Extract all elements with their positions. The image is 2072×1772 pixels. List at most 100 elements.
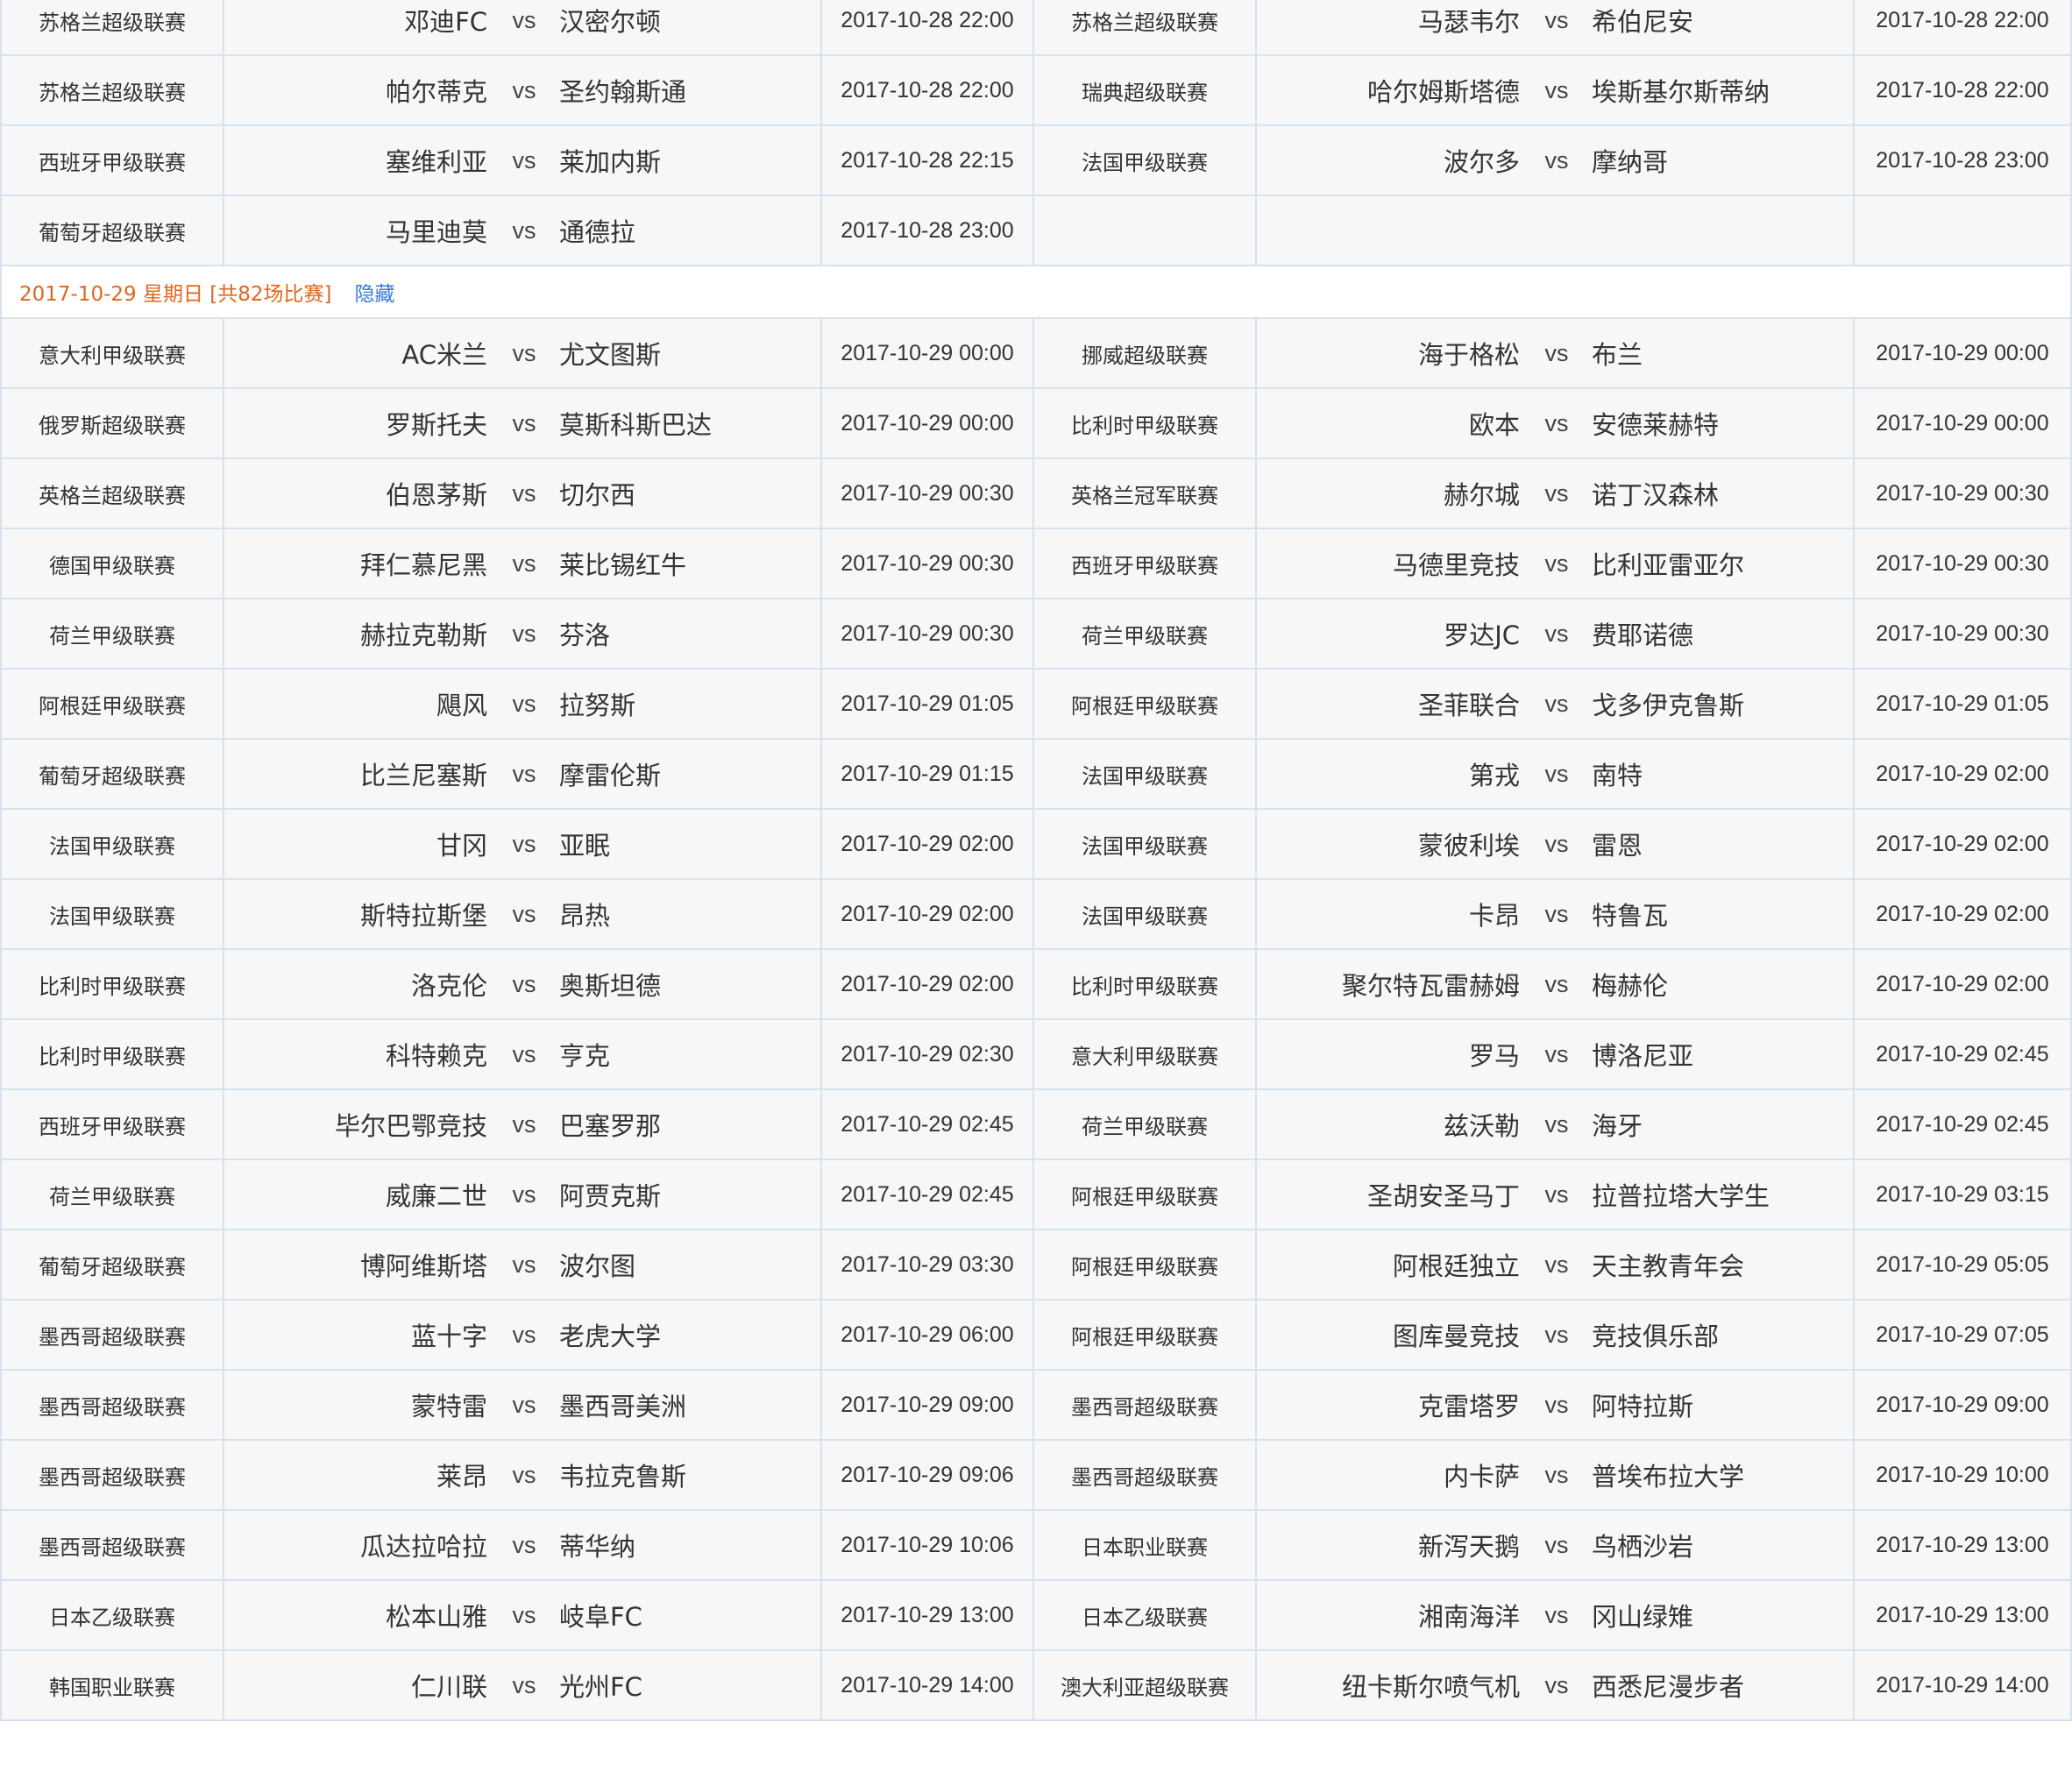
match-cell[interactable]: 马里迪莫 vs 通德拉 xyxy=(223,195,822,266)
league-cell[interactable]: 法国甲级联赛 xyxy=(1032,738,1257,810)
away-team[interactable]: 冈山绿雉 xyxy=(1592,1597,1693,1634)
home-team[interactable]: 拜仁慕尼黑 xyxy=(225,545,489,582)
league-cell[interactable]: 荷兰甲级联赛 xyxy=(0,1159,224,1230)
home-team[interactable]: 斯特拉斯堡 xyxy=(225,896,489,932)
home-team[interactable]: 欧本 xyxy=(1258,405,1522,442)
league-cell[interactable]: 葡萄牙超级联赛 xyxy=(0,738,224,810)
away-team[interactable]: 墨西哥美洲 xyxy=(559,1386,686,1423)
away-team[interactable]: 亚眠 xyxy=(559,826,610,862)
home-team[interactable]: 内卡萨 xyxy=(1258,1457,1522,1493)
away-team[interactable]: 老虎大学 xyxy=(559,1316,661,1353)
match-cell[interactable]: 纽卡斯尔喷气机 vs 西悉尼漫步者 xyxy=(1255,1649,1855,1721)
home-team[interactable]: 毕尔巴鄂竞技 xyxy=(225,1106,489,1143)
league-cell[interactable]: 意大利甲级联赛 xyxy=(1032,1018,1257,1090)
league-cell[interactable]: 比利时甲级联赛 xyxy=(0,1018,224,1090)
home-team[interactable]: 新泻天鹅 xyxy=(1258,1527,1522,1563)
home-team[interactable]: 赫拉克勒斯 xyxy=(225,615,489,652)
away-team[interactable]: 雷恩 xyxy=(1592,826,1643,862)
home-team[interactable]: 甘冈 xyxy=(225,826,489,862)
away-team[interactable]: 莫斯科斯巴达 xyxy=(559,405,712,442)
home-team[interactable]: 洛克伦 xyxy=(225,966,489,1003)
league-cell[interactable]: 墨西哥超级联赛 xyxy=(0,1299,224,1371)
away-team[interactable]: 鸟栖沙岩 xyxy=(1592,1527,1693,1563)
match-cell[interactable]: 博阿维斯塔 vs 波尔图 xyxy=(223,1229,822,1301)
home-team[interactable]: 蒙彼利埃 xyxy=(1258,826,1522,862)
away-team[interactable]: 阿贾克斯 xyxy=(559,1176,661,1213)
home-team[interactable]: 蒙特雷 xyxy=(225,1386,489,1423)
home-team[interactable]: 比兰尼塞斯 xyxy=(225,755,489,792)
league-cell[interactable]: 墨西哥超级联赛 xyxy=(0,1509,224,1581)
match-cell[interactable]: 内卡萨 vs 普埃布拉大学 xyxy=(1255,1439,1855,1511)
away-team[interactable]: 拉努斯 xyxy=(559,685,635,722)
league-cell[interactable]: 英格兰超级联赛 xyxy=(0,457,224,529)
away-team[interactable]: 通德拉 xyxy=(559,212,635,249)
away-team[interactable]: 竞技俱乐部 xyxy=(1592,1316,1719,1353)
away-team[interactable]: 布兰 xyxy=(1592,335,1643,372)
match-cell[interactable]: 湘南海洋 vs 冈山绿雉 xyxy=(1255,1579,1855,1651)
league-cell[interactable]: 英格兰冠军联赛 xyxy=(1032,457,1257,529)
away-team[interactable]: 戈多伊克鲁斯 xyxy=(1592,685,1744,722)
away-team[interactable]: 莱比锡红牛 xyxy=(559,545,686,582)
away-team[interactable]: 埃斯基尔斯蒂纳 xyxy=(1592,72,1770,109)
away-team[interactable]: 蒂华纳 xyxy=(559,1527,635,1563)
match-cell[interactable]: 伯恩茅斯 vs 切尔西 xyxy=(223,457,822,529)
home-team[interactable]: 兹沃勒 xyxy=(1258,1106,1522,1143)
match-cell[interactable]: 瓜达拉哈拉 vs 蒂华纳 xyxy=(223,1509,822,1581)
league-cell[interactable]: 比利时甲级联赛 xyxy=(1032,948,1257,1020)
home-team[interactable]: 图库曼竞技 xyxy=(1258,1316,1522,1353)
home-team[interactable]: 邓迪FC xyxy=(225,2,489,39)
home-team[interactable]: 第戎 xyxy=(1258,755,1522,792)
away-team[interactable]: 天主教青年会 xyxy=(1592,1246,1744,1283)
league-cell[interactable]: 法国甲级联赛 xyxy=(0,808,224,880)
home-team[interactable]: 聚尔特瓦雷赫姆 xyxy=(1258,966,1522,1003)
match-cell[interactable]: 兹沃勒 vs 海牙 xyxy=(1255,1088,1855,1160)
home-team[interactable]: 阿根廷独立 xyxy=(1258,1246,1522,1283)
away-team[interactable]: 博洛尼亚 xyxy=(1592,1036,1693,1073)
match-cell[interactable]: 海于格松 vs 布兰 xyxy=(1255,317,1855,389)
home-team[interactable]: 帕尔蒂克 xyxy=(225,72,489,109)
home-team[interactable]: 仁川联 xyxy=(225,1667,489,1704)
match-cell[interactable]: 毕尔巴鄂竞技 vs 巴塞罗那 xyxy=(223,1088,822,1160)
match-cell[interactable]: 波尔多 vs 摩纳哥 xyxy=(1255,124,1855,196)
away-team[interactable]: 岐阜FC xyxy=(559,1597,642,1634)
match-cell[interactable]: 聚尔特瓦雷赫姆 vs 梅赫伦 xyxy=(1255,948,1855,1020)
match-cell[interactable]: 欧本 vs 安德莱赫特 xyxy=(1255,387,1855,459)
league-cell[interactable]: 比利时甲级联赛 xyxy=(1032,387,1257,459)
home-team[interactable]: 卡昂 xyxy=(1258,896,1522,932)
away-team[interactable]: 巴塞罗那 xyxy=(559,1106,661,1143)
league-cell[interactable]: 荷兰甲级联赛 xyxy=(1032,598,1257,670)
away-team[interactable]: 芬洛 xyxy=(559,615,610,652)
league-cell[interactable]: 阿根廷甲级联赛 xyxy=(1032,668,1257,740)
league-cell[interactable]: 挪威超级联赛 xyxy=(1032,317,1257,389)
home-team[interactable]: 赫尔城 xyxy=(1258,475,1522,512)
match-cell[interactable]: 飓风 vs 拉努斯 xyxy=(223,668,822,740)
home-team[interactable]: 蓝十字 xyxy=(225,1316,489,1353)
away-team[interactable]: 特鲁瓦 xyxy=(1592,896,1668,932)
home-team[interactable]: 莱昂 xyxy=(225,1457,489,1493)
match-cell[interactable]: 新泻天鹅 vs 鸟栖沙岩 xyxy=(1255,1509,1855,1581)
league-cell[interactable]: 阿根廷甲级联赛 xyxy=(1032,1299,1257,1371)
match-cell[interactable]: 阿根廷独立 vs 天主教青年会 xyxy=(1255,1229,1855,1301)
league-cell[interactable]: 瑞典超级联赛 xyxy=(1032,54,1257,126)
away-team[interactable]: 韦拉克鲁斯 xyxy=(559,1457,686,1493)
away-team[interactable]: 摩雷伦斯 xyxy=(559,755,661,792)
league-cell[interactable]: 荷兰甲级联赛 xyxy=(0,598,224,670)
home-team[interactable]: 伯恩茅斯 xyxy=(225,475,489,512)
away-team[interactable]: 汉密尔顿 xyxy=(559,2,661,39)
home-team[interactable]: 罗斯托夫 xyxy=(225,405,489,442)
home-team[interactable]: 圣胡安圣马丁 xyxy=(1258,1176,1522,1213)
league-cell[interactable]: 墨西哥超级联赛 xyxy=(0,1439,224,1511)
league-cell[interactable]: 墨西哥超级联赛 xyxy=(1032,1439,1257,1511)
home-team[interactable]: 塞维利亚 xyxy=(225,142,489,179)
away-team[interactable]: 拉普拉塔大学生 xyxy=(1592,1176,1770,1213)
away-team[interactable]: 切尔西 xyxy=(559,475,635,512)
away-team[interactable]: 诺丁汉森林 xyxy=(1592,475,1719,512)
home-team[interactable]: 飓风 xyxy=(225,685,489,722)
match-cell[interactable]: 莱昂 vs 韦拉克鲁斯 xyxy=(223,1439,822,1511)
match-cell[interactable]: 比兰尼塞斯 vs 摩雷伦斯 xyxy=(223,738,822,810)
league-cell[interactable]: 西班牙甲级联赛 xyxy=(0,124,224,196)
away-team[interactable]: 阿特拉斯 xyxy=(1592,1386,1693,1423)
home-team[interactable]: 马瑟韦尔 xyxy=(1258,2,1522,39)
away-team[interactable]: 亨克 xyxy=(559,1036,610,1073)
match-cell[interactable]: 圣菲联合 vs 戈多伊克鲁斯 xyxy=(1255,668,1855,740)
